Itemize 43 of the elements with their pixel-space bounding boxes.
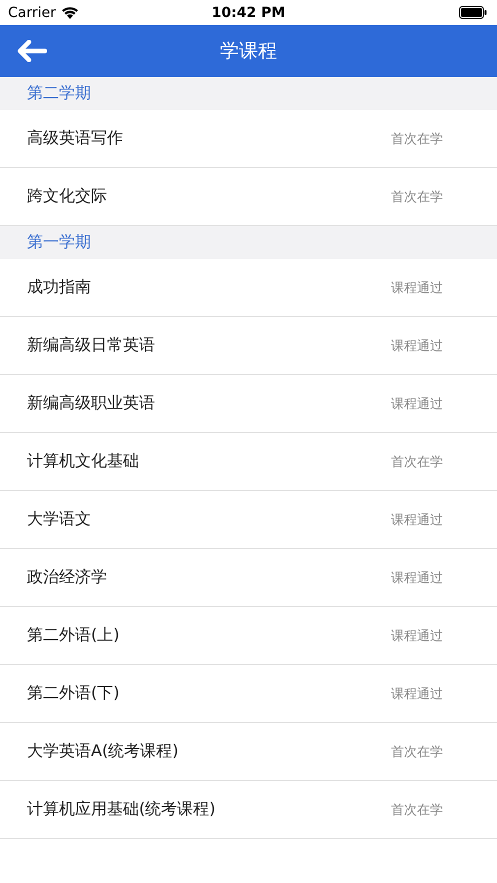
course-name: 成功指南 (27, 277, 91, 298)
course-row[interactable]: 第二外语(上) 课程通过 (0, 607, 497, 665)
course-row[interactable]: 高级英语写作 首次在学 (0, 110, 497, 168)
carrier-label: Carrier (8, 4, 56, 20)
course-row[interactable]: 成功指南 课程通过 (0, 259, 497, 317)
course-name: 第二外语(下) (27, 683, 120, 704)
course-status: 首次在学 (391, 188, 443, 206)
course-name: 大学英语A(统考课程) (27, 741, 178, 762)
course-status: 首次在学 (391, 454, 443, 470)
course-row[interactable]: 第二外语(下) 课程通过 (0, 665, 497, 723)
course-status: 课程通过 (391, 280, 443, 296)
course-name: 跨文化交际 (27, 186, 107, 207)
course-status: 首次在学 (391, 130, 443, 148)
course-row[interactable]: 新编高级日常英语 课程通过 (0, 317, 497, 375)
wifi-icon (60, 6, 79, 19)
course-status: 课程通过 (391, 570, 443, 586)
battery-icon (459, 6, 487, 19)
course-name: 第二外语(上) (27, 625, 120, 646)
course-status: 课程通过 (391, 512, 443, 528)
course-row[interactable]: 大学英语A(统考课程) 首次在学 (0, 723, 497, 781)
clock-time: 10:42 PM (212, 4, 286, 20)
course-name: 新编高级职业英语 (27, 393, 155, 414)
course-name: 高级英语写作 (27, 128, 123, 149)
course-status: 首次在学 (391, 744, 443, 760)
course-row[interactable]: 政治经济学 课程通过 (0, 549, 497, 607)
course-status: 课程通过 (391, 628, 443, 644)
course-name: 计算机文化基础 (27, 451, 139, 472)
course-name: 政治经济学 (27, 567, 107, 588)
semester-title: 第二学期 (27, 83, 91, 104)
course-status: 课程通过 (391, 338, 443, 354)
course-name: 计算机应用基础(统考课程) (27, 799, 216, 820)
back-arrow-icon[interactable] (17, 40, 47, 62)
course-row[interactable]: 计算机文化基础 首次在学 (0, 433, 497, 491)
course-status: 课程通过 (391, 396, 443, 412)
semester-title: 第一学期 (27, 232, 91, 253)
course-row[interactable]: 计算机应用基础(统考课程) 首次在学 (0, 781, 497, 839)
course-name: 新编高级日常英语 (27, 335, 155, 356)
course-status: 课程通过 (391, 686, 443, 702)
page-title: 学课程 (220, 39, 277, 64)
course-status: 首次在学 (391, 802, 443, 818)
course-name: 大学语文 (27, 509, 91, 530)
course-row[interactable]: 新编高级职业英语 课程通过 (0, 375, 497, 433)
course-row[interactable]: 大学语文 课程通过 (0, 491, 497, 549)
